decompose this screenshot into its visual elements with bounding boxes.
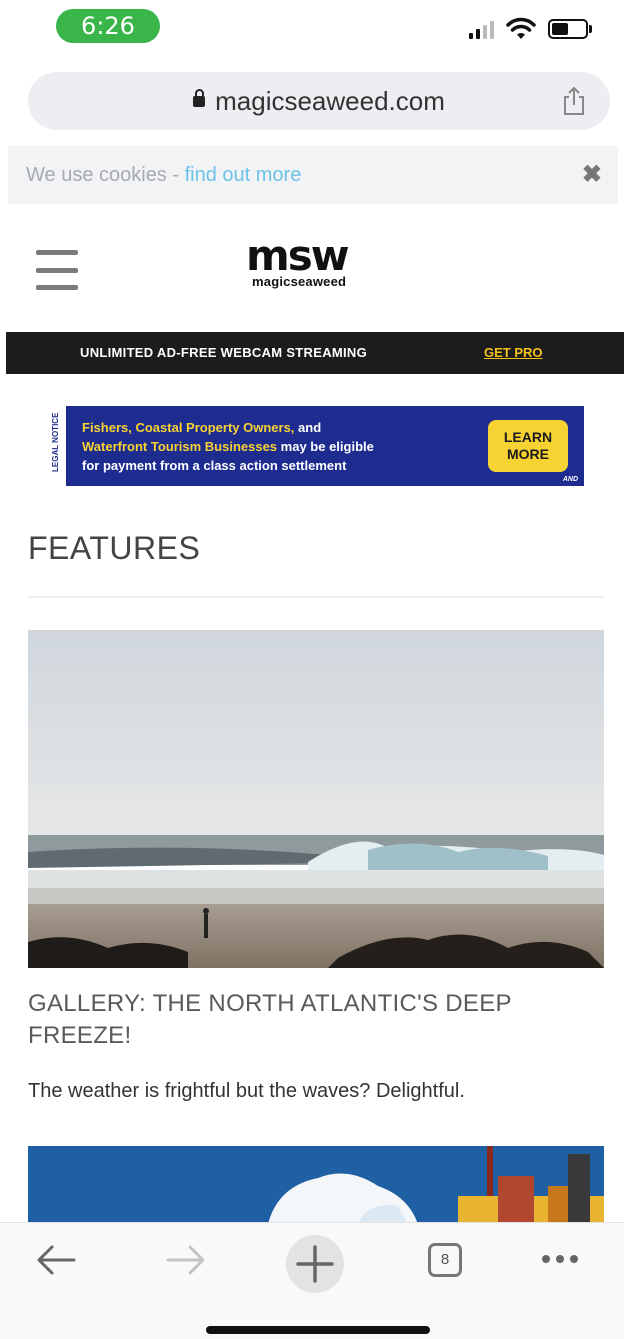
get-pro-link[interactable]: GET PRO bbox=[484, 332, 543, 374]
browser-toolbar: 8 bbox=[0, 1222, 624, 1339]
site-logo[interactable]: msw magicseaweed bbox=[246, 231, 386, 294]
feature-title[interactable]: GALLERY: THE NORTH ATLANTIC'S DEEP FREEZ… bbox=[28, 988, 604, 1052]
battery-icon bbox=[548, 19, 592, 39]
share-icon[interactable] bbox=[560, 86, 588, 116]
feature-image[interactable] bbox=[28, 630, 604, 968]
back-arrow-icon[interactable] bbox=[34, 1243, 78, 1277]
beach-waves-photo bbox=[28, 630, 604, 968]
logo-mark: msw bbox=[246, 231, 350, 280]
ad-legal-notice: LEGAL NOTICE bbox=[50, 406, 66, 486]
promo-banner: UNLIMITED AD-FREE WEBCAM STREAMING GET P… bbox=[6, 332, 624, 374]
cellular-signal-icon bbox=[469, 19, 494, 39]
status-icons bbox=[469, 14, 592, 44]
cookie-banner: We use cookies - find out more ✖ bbox=[8, 146, 618, 204]
url-text: magicseaweed.com bbox=[215, 86, 445, 116]
find-out-more-link[interactable]: find out more bbox=[185, 164, 302, 186]
new-tab-button[interactable] bbox=[286, 1235, 344, 1293]
site-header: msw magicseaweed bbox=[0, 204, 624, 330]
close-icon[interactable]: ✖ bbox=[582, 146, 602, 204]
ad-line1-highlight: Fishers, Coastal Property Owners, bbox=[82, 420, 295, 435]
status-time: 6:26 bbox=[56, 9, 160, 43]
status-bar: 6:26 bbox=[0, 0, 624, 60]
promo-text: UNLIMITED AD-FREE WEBCAM STREAMING bbox=[80, 345, 368, 360]
feature-image-next[interactable] bbox=[28, 1146, 604, 1224]
plus-icon bbox=[296, 1245, 334, 1283]
ad-banner[interactable]: LEGAL NOTICE Fishers, Coastal Property O… bbox=[50, 406, 584, 486]
address-bar[interactable]: magicseaweed.com bbox=[28, 72, 610, 130]
learn-more-button[interactable]: LEARN MORE bbox=[488, 420, 568, 472]
url-display: magicseaweed.com bbox=[28, 72, 610, 130]
cookie-text: We use cookies - find out more bbox=[26, 146, 301, 204]
cookie-message: We use cookies - bbox=[26, 164, 185, 186]
ad-line2-rest: may be eligible bbox=[277, 439, 374, 454]
learn-more-label: LEARN MORE bbox=[503, 429, 553, 462]
home-indicator[interactable] bbox=[206, 1326, 430, 1334]
forward-arrow-icon[interactable] bbox=[164, 1243, 208, 1277]
feature-description: The weather is frightful but the waves? … bbox=[28, 1080, 465, 1102]
ad-notice-label: LEGAL NOTICE bbox=[51, 412, 60, 472]
ad-brand-mark: AND bbox=[562, 476, 578, 483]
divider bbox=[28, 596, 604, 598]
hamburger-menu-icon[interactable] bbox=[36, 250, 78, 290]
wifi-icon bbox=[506, 17, 536, 39]
more-icon[interactable] bbox=[542, 1255, 578, 1263]
ad-copy: Fishers, Coastal Property Owners, and Wa… bbox=[82, 418, 374, 475]
harbor-photo bbox=[28, 1146, 604, 1224]
features-heading: FEATURES bbox=[28, 530, 201, 566]
tabs-icon[interactable]: 8 bbox=[428, 1243, 462, 1277]
ad-line3: for payment from a class action settleme… bbox=[82, 458, 347, 473]
logo-wordmark: magicseaweed bbox=[252, 274, 347, 289]
lock-icon bbox=[193, 88, 206, 107]
ad-line1-rest: and bbox=[294, 420, 322, 435]
ad-line2-highlight: Waterfront Tourism Businesses bbox=[82, 439, 278, 454]
